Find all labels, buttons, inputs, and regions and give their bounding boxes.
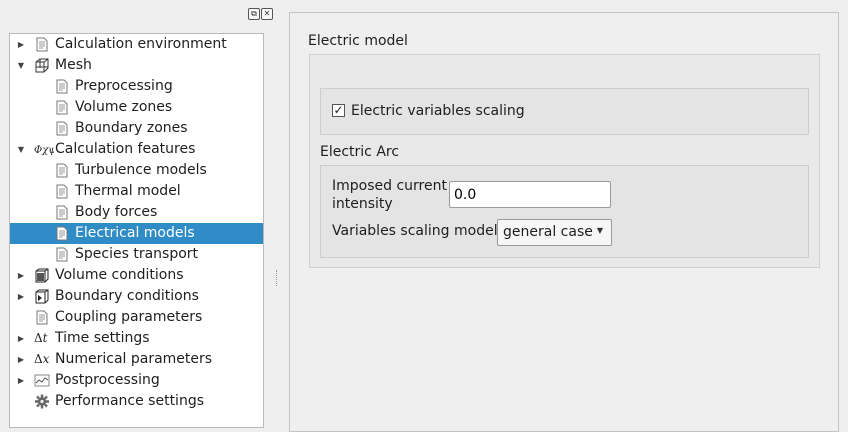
mesh-cube-icon [34, 58, 50, 73]
electric-variables-scaling-label[interactable]: Electric variables scaling [351, 103, 525, 119]
page-icon [54, 100, 70, 115]
physics-formula-icon: Φχψ [34, 142, 56, 157]
tree-item-calculation-features[interactable]: ▼ Φχψ Calculation features [10, 139, 263, 160]
tree-item-label: Numerical parameters [55, 351, 213, 367]
svg-text:Δt: Δt [34, 331, 48, 345]
tree-item-mesh[interactable]: ▼ Mesh [10, 55, 263, 76]
tree-item-postprocessing[interactable]: ▶ Postprocessing [10, 370, 263, 391]
tree-item-label: Mesh [55, 57, 92, 73]
tree-item-label: Performance settings [55, 393, 204, 409]
tree-item-body-forces[interactable]: Body forces [10, 202, 263, 223]
tree-item-boundary-conditions[interactable]: ▶ Boundary conditions [10, 286, 263, 307]
tree-item-label: Turbulence models [75, 162, 207, 178]
tree-item-label: Time settings [55, 330, 150, 346]
tree-item-thermal-model[interactable]: Thermal model [10, 181, 263, 202]
page-icon [54, 247, 70, 262]
tree-item-species-transport[interactable]: Species transport [10, 244, 263, 265]
tree-item-performance-settings[interactable]: Performance settings [10, 391, 263, 412]
variables-scaling-model-value: general case [503, 224, 593, 240]
electric-variables-scaling-checkbox[interactable]: ✓ [332, 104, 345, 117]
page-icon [34, 37, 50, 52]
electric-arc-group-title: Electric Arc [320, 144, 400, 160]
svg-text:Δx: Δx [34, 352, 50, 366]
tree-item-label: Electrical models [75, 225, 195, 241]
page-icon [54, 205, 70, 220]
tree-item-numerical-parameters[interactable]: ▶ Δx Numerical parameters [10, 349, 263, 370]
tree-item-label: Postprocessing [55, 372, 160, 388]
page-icon [54, 184, 70, 199]
tree-item-label: Volume conditions [55, 267, 184, 283]
collapsed-arrow-icon[interactable]: ▶ [16, 370, 26, 391]
dock-title-buttons: ⧉ ✕ [248, 8, 273, 20]
delta-t-icon: Δt [34, 331, 50, 346]
tree-item-coupling-parameters[interactable]: Coupling parameters [10, 307, 263, 328]
float-panel-button[interactable]: ⧉ [248, 8, 260, 20]
tree-item-label: Calculation features [55, 141, 196, 157]
tree-item-volume-conditions[interactable]: ▶ Volume conditions [10, 265, 263, 286]
electric-model-group-title: Electric model [308, 33, 408, 49]
dropdown-arrow-icon: ▼ [596, 226, 603, 235]
variables-scaling-model-label: Variables scaling model [332, 223, 498, 239]
volume-cube-icon [34, 268, 50, 283]
page-icon [54, 163, 70, 178]
collapsed-arrow-icon[interactable]: ▶ [16, 265, 26, 286]
tree-item-label: Thermal model [75, 183, 181, 199]
tree-item-electrical-models[interactable]: Electrical models [10, 223, 263, 244]
tree-item-label: Species transport [75, 246, 199, 262]
imposed-current-label-line2: intensity [332, 196, 393, 212]
page-icon [54, 79, 70, 94]
boundary-cube-icon [34, 289, 50, 304]
tree-item-label: Preprocessing [75, 78, 173, 94]
delta-x-icon: Δx [34, 352, 50, 367]
tree-item-volume-zones[interactable]: Volume zones [10, 97, 263, 118]
page-icon [54, 226, 70, 241]
page-icon [34, 310, 50, 325]
imposed-current-label-line1: Imposed current [332, 178, 447, 194]
tree-item-calculation-environment[interactable]: ▶ Calculation environment [10, 34, 263, 55]
imposed-current-intensity-input[interactable] [449, 181, 611, 208]
collapsed-arrow-icon[interactable]: ▶ [16, 34, 26, 55]
close-panel-button[interactable]: ✕ [261, 8, 273, 20]
tree-item-label: Coupling parameters [55, 309, 203, 325]
imposed-current-intensity-label: Imposed current intensity [332, 177, 447, 213]
variables-scaling-model-select[interactable]: general case ▼ [497, 219, 612, 246]
tree-item-label: Boundary conditions [55, 288, 199, 304]
gear-icon [34, 394, 50, 409]
tree-item-label: Calculation environment [55, 36, 227, 52]
expanded-arrow-icon[interactable]: ▼ [16, 139, 26, 160]
tree-item-preprocessing[interactable]: Preprocessing [10, 76, 263, 97]
collapsed-arrow-icon[interactable]: ▶ [16, 349, 26, 370]
tree-item-turbulence-models[interactable]: Turbulence models [10, 160, 263, 181]
chart-icon [34, 373, 50, 388]
panel-splitter-handle[interactable] [276, 270, 279, 286]
collapsed-arrow-icon[interactable]: ▶ [16, 328, 26, 349]
expanded-arrow-icon[interactable]: ▼ [16, 55, 26, 76]
tree-item-boundary-zones[interactable]: Boundary zones [10, 118, 263, 139]
tree-item-label: Boundary zones [75, 120, 188, 136]
navigation-tree[interactable]: ▶ Calculation environment ▼ Mesh Preprocessi… [9, 33, 264, 428]
page-icon [54, 121, 70, 136]
tree-item-time-settings[interactable]: ▶ Δt Time settings [10, 328, 263, 349]
tree-item-label: Body forces [75, 204, 158, 220]
tree-item-label: Volume zones [75, 99, 173, 115]
svg-text:Φχψ: Φχψ [34, 145, 54, 156]
collapsed-arrow-icon[interactable]: ▶ [16, 286, 26, 307]
